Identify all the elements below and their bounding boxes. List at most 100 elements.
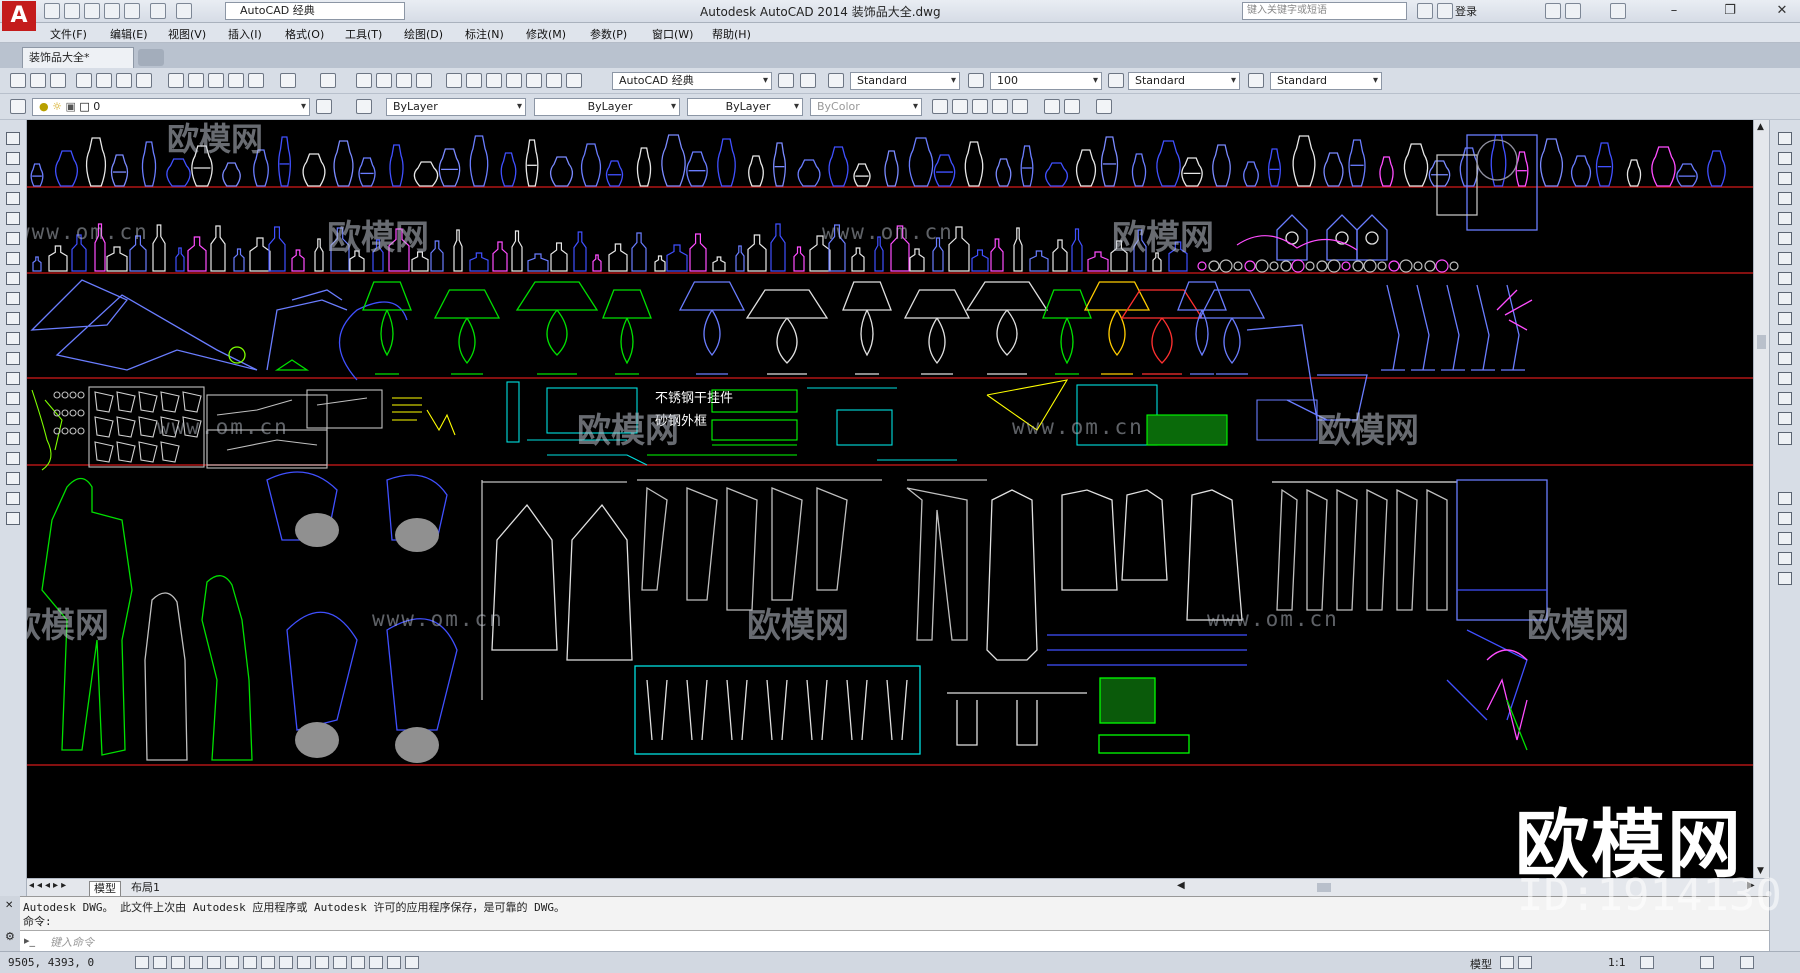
- menu-edit[interactable]: 编辑(E): [110, 26, 148, 42]
- matchprop-icon[interactable]: [228, 73, 244, 88]
- line-icon[interactable]: [6, 132, 20, 145]
- undo-icon[interactable]: [150, 3, 166, 19]
- lineweight-icon[interactable]: [315, 956, 329, 969]
- hscroll-thumb[interactable]: [1317, 883, 1331, 892]
- open-icon[interactable]: [64, 3, 80, 19]
- gradient-icon[interactable]: [6, 432, 20, 445]
- qnew-icon[interactable]: [44, 3, 60, 19]
- menu-view[interactable]: 视图(V): [168, 26, 206, 42]
- vertical-scrollbar[interactable]: ▲ ▼: [1753, 120, 1770, 878]
- copy-object-icon[interactable]: [1778, 152, 1792, 165]
- table-style-icon[interactable]: [1248, 73, 1264, 88]
- annotation-monitor-icon[interactable]: [387, 956, 401, 969]
- drawing-canvas[interactable]: 不锈钢干挂件砂钢外框 欧模网 欧模网 欧模网 欧模网 欧模网 欧模网 欧模网 欧…: [27, 120, 1753, 878]
- lineweight-dropdown[interactable]: ByLayer: [687, 98, 803, 116]
- binoculars-icon[interactable]: [1417, 3, 1433, 19]
- menu-parametric[interactable]: 参数(P): [590, 26, 627, 42]
- quickview-layouts-icon[interactable]: [1500, 956, 1514, 969]
- scroll-thumb[interactable]: [1757, 335, 1766, 349]
- rotate-icon[interactable]: [1778, 252, 1792, 265]
- stretch-icon[interactable]: [1778, 292, 1792, 305]
- snap-icon[interactable]: [153, 956, 167, 969]
- new-tab-button[interactable]: [138, 49, 164, 66]
- clean-screen-icon[interactable]: [1740, 956, 1754, 969]
- plot-icon[interactable]: [124, 3, 140, 19]
- user-icon[interactable]: [1437, 3, 1453, 19]
- orbit-icon[interactable]: [1012, 99, 1028, 114]
- quickview-drawings-icon[interactable]: [1518, 956, 1532, 969]
- otrack-icon[interactable]: [261, 956, 275, 969]
- redo-icon[interactable]: [176, 3, 192, 19]
- transparency-icon[interactable]: [333, 956, 347, 969]
- ucs-world-icon[interactable]: [1064, 99, 1080, 114]
- layer-previous-icon[interactable]: [356, 99, 372, 114]
- search-input[interactable]: 键入关键字或短语: [1242, 2, 1407, 20]
- ducs-icon[interactable]: [279, 956, 293, 969]
- arc-icon[interactable]: [6, 232, 20, 245]
- mirror-icon[interactable]: [1778, 172, 1792, 185]
- menu-tools[interactable]: 工具(T): [345, 26, 382, 42]
- help-icon[interactable]: [566, 73, 582, 88]
- ellipse-icon[interactable]: [6, 312, 20, 325]
- infer-constraints-icon[interactable]: [135, 956, 149, 969]
- saveas-icon[interactable]: [104, 3, 120, 19]
- send-under-icon[interactable]: [1778, 572, 1792, 585]
- xline-icon[interactable]: [6, 152, 20, 165]
- hatch-icon[interactable]: [6, 412, 20, 425]
- plotstyle-dropdown[interactable]: ByColor: [810, 98, 922, 116]
- ellipse-arc-icon[interactable]: [6, 332, 20, 345]
- circle-icon[interactable]: [6, 252, 20, 265]
- polygon-icon[interactable]: [6, 192, 20, 205]
- draworder-icon[interactable]: [1778, 492, 1792, 505]
- view-cube-icon[interactable]: [1096, 99, 1112, 114]
- selection-cycling-icon[interactable]: [369, 956, 383, 969]
- add-selected-icon[interactable]: [6, 512, 20, 525]
- send-back-icon[interactable]: [1778, 532, 1792, 545]
- table-style-dropdown[interactable]: Standard: [1270, 72, 1382, 90]
- copy-icon[interactable]: [188, 73, 204, 88]
- linetype-dropdown[interactable]: ByLayer: [534, 98, 680, 116]
- tab-nav-arrows-icon[interactable]: ◂◂◂▸▸: [29, 880, 69, 891]
- move-icon[interactable]: [1778, 232, 1792, 245]
- view-icon[interactable]: [932, 99, 948, 114]
- save-icon[interactable]: [50, 73, 66, 88]
- hscroll-left-icon[interactable]: ◀: [1177, 880, 1185, 891]
- join-icon[interactable]: [1778, 372, 1792, 385]
- fillet-icon[interactable]: [1778, 412, 1792, 425]
- bring-front-icon[interactable]: [1778, 512, 1792, 525]
- properties-icon[interactable]: [446, 73, 462, 88]
- dim-scale-dropdown[interactable]: 100: [990, 72, 1102, 90]
- dim-style-icon[interactable]: [1108, 73, 1124, 88]
- command-window-handle[interactable]: ✕ ⚙: [0, 896, 20, 951]
- layer-manager-icon[interactable]: [10, 99, 26, 114]
- designcenter-icon[interactable]: [466, 73, 482, 88]
- table-icon[interactable]: [6, 472, 20, 485]
- layer-dropdown[interactable]: ● ☼ ▣ □ 0: [32, 98, 310, 116]
- workspace-switch-icon[interactable]: [1700, 956, 1714, 969]
- preview-icon[interactable]: [96, 73, 112, 88]
- new-icon[interactable]: [10, 73, 26, 88]
- annotation-scale-label[interactable]: 1:1: [1608, 956, 1626, 969]
- polar-icon[interactable]: [207, 956, 221, 969]
- ortho-icon[interactable]: [189, 956, 203, 969]
- login-link[interactable]: 登录: [1455, 3, 1477, 19]
- annotation-visibility-icon[interactable]: [1640, 956, 1654, 969]
- publish-icon[interactable]: [116, 73, 132, 88]
- osnap-icon[interactable]: [225, 956, 239, 969]
- trim-icon[interactable]: [1778, 312, 1792, 325]
- extend-icon[interactable]: [1778, 332, 1792, 345]
- tab-model[interactable]: 模型: [89, 881, 121, 897]
- a360-icon[interactable]: [1565, 3, 1581, 19]
- render-icon[interactable]: [992, 99, 1008, 114]
- spline-icon[interactable]: [6, 292, 20, 305]
- toolpalettes-icon[interactable]: [486, 73, 502, 88]
- menu-window[interactable]: 窗口(W): [652, 26, 693, 42]
- insert-block-icon[interactable]: [6, 352, 20, 365]
- paste-icon[interactable]: [208, 73, 224, 88]
- visual-style-icon[interactable]: [972, 99, 988, 114]
- close-icon[interactable]: ✕: [5, 900, 13, 911]
- dim-scale-icon[interactable]: [968, 73, 984, 88]
- polyline-icon[interactable]: [6, 172, 20, 185]
- make-block-icon[interactable]: [6, 372, 20, 385]
- zoom-previous-icon[interactable]: [416, 73, 432, 88]
